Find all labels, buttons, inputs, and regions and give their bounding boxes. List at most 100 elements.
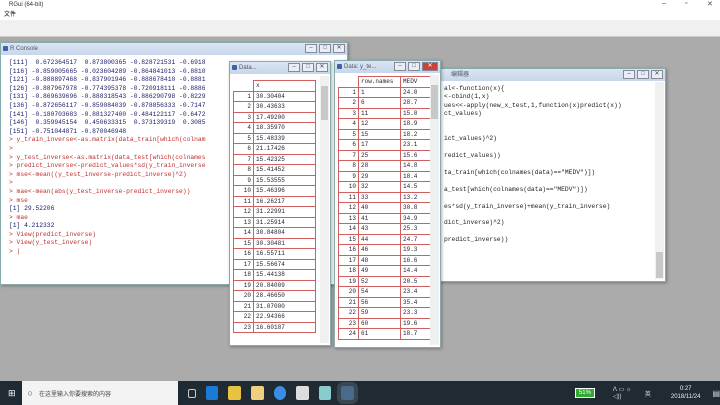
edge-icon[interactable] [205, 386, 219, 400]
close-button[interactable]: ✕ [333, 44, 345, 53]
cell[interactable]: 15.0 [400, 107, 431, 119]
windows-start-icon[interactable]: ⊞ [8, 388, 16, 399]
cell[interactable]: 20.84009 [253, 279, 316, 291]
cell[interactable]: 32 [358, 181, 401, 193]
battery-indicator[interactable]: 51% [574, 388, 595, 398]
cell[interactable]: 33 [358, 191, 401, 203]
cell[interactable]: 15.44138 [253, 269, 316, 281]
cell[interactable]: 40 [358, 202, 401, 214]
cell[interactable]: 30.43633 [253, 101, 316, 113]
cell[interactable]: 11 [358, 107, 401, 119]
cell[interactable]: 61 [358, 328, 401, 340]
cell[interactable]: 30.8 [400, 202, 431, 214]
cell[interactable]: 29 [358, 170, 401, 182]
cell[interactable]: 16.26217 [253, 195, 316, 207]
minimize-button[interactable]: – [662, 0, 666, 7]
app-icon[interactable] [273, 386, 287, 400]
notepad-icon[interactable] [318, 386, 332, 400]
data-grid[interactable]: row.names MEDV 1 1 24.0 2 6 28.7 3 11 15.0 4 12 18.9 5… [338, 76, 431, 340]
cell[interactable]: 18.35970 [253, 122, 316, 134]
clock[interactable]: 0:27 2018/11/24 [671, 385, 701, 401]
cell[interactable]: 30.30481 [253, 237, 316, 249]
cell[interactable]: 30.84804 [253, 227, 316, 239]
cell[interactable]: 15.53555 [253, 174, 316, 186]
cell[interactable]: 23.1 [400, 139, 431, 151]
minimize-button[interactable]: – [305, 44, 317, 53]
cell[interactable]: 15.56674 [253, 258, 316, 270]
cell[interactable]: 52 [358, 275, 401, 287]
cell[interactable]: 31.07000 [253, 300, 316, 312]
minimize-button[interactable]: – [623, 70, 635, 79]
notification-icon[interactable]: ▤ [712, 389, 720, 398]
cell[interactable]: 18.4 [400, 170, 431, 182]
taskbar-search-input[interactable]: ○ 在这里输入你要搜索的内容 [21, 381, 179, 405]
cell[interactable]: 6 [358, 97, 401, 109]
close-button[interactable]: ✕ [316, 63, 328, 72]
column-header[interactable]: MEDV [400, 76, 431, 88]
close-button[interactable]: ✕ [707, 0, 713, 8]
restore-button[interactable]: ▫ [685, 0, 687, 7]
cell[interactable]: 54 [358, 286, 401, 298]
maximize-button[interactable]: □ [319, 44, 331, 53]
cell[interactable]: 31.25914 [253, 216, 316, 228]
file-explorer-icon[interactable] [228, 386, 241, 400]
column-header[interactable]: x [253, 80, 316, 92]
minimize-button[interactable]: – [394, 62, 406, 71]
cell[interactable]: 17 [358, 139, 401, 151]
cell[interactable]: 15.46396 [253, 185, 316, 197]
cell[interactable]: 16.6 [400, 254, 431, 266]
cell[interactable]: 12 [358, 118, 401, 130]
cell[interactable]: 60 [358, 317, 401, 329]
cell[interactable]: 41 [358, 212, 401, 224]
cell[interactable]: 15.41452 [253, 164, 316, 176]
cell[interactable]: 15.48339 [253, 132, 316, 144]
ime-indicator[interactable]: 英 [645, 389, 651, 398]
cell[interactable]: 15 [358, 128, 401, 140]
cell[interactable]: 24.0 [400, 86, 431, 98]
cell[interactable]: 48 [358, 254, 401, 266]
maximize-button[interactable]: □ [637, 70, 649, 79]
menu-file[interactable]: 文件 [4, 12, 16, 18]
cell[interactable]: 19.3 [400, 244, 431, 256]
cell[interactable]: 31.22991 [253, 206, 316, 218]
cell[interactable]: 25 [358, 149, 401, 161]
cell[interactable]: 16.55711 [253, 248, 316, 260]
cell[interactable]: 43 [358, 223, 401, 235]
close-button[interactable]: ✕ [651, 70, 663, 79]
cell[interactable]: 34.9 [400, 212, 431, 224]
cell[interactable]: 49 [358, 265, 401, 277]
cell[interactable]: 1 [358, 86, 401, 98]
column-header[interactable]: row.names [358, 76, 401, 88]
cell[interactable]: 21.17426 [253, 143, 316, 155]
maximize-button[interactable]: □ [302, 63, 314, 72]
cell[interactable]: 35.4 [400, 296, 431, 308]
tray-icons[interactable]: ᐱ ▭ ☼ ◁)) [613, 386, 639, 400]
data-grid[interactable]: x 1 30.30404 2 30.43633 3 17.49200 4 18.35970 5 15… [233, 80, 316, 333]
cell[interactable]: 20.5 [400, 275, 431, 287]
cell[interactable]: 56 [358, 296, 401, 308]
cell[interactable]: 18.9 [400, 118, 431, 130]
cell[interactable]: 44 [358, 233, 401, 245]
minimize-button[interactable]: – [288, 63, 300, 72]
cell[interactable]: 18.2 [400, 128, 431, 140]
cell[interactable]: 28.7 [400, 97, 431, 109]
cell[interactable]: 14.5 [400, 181, 431, 193]
cell[interactable]: 14.8 [400, 160, 431, 172]
cell[interactable]: 28 [358, 160, 401, 172]
cell[interactable]: 28.46650 [253, 290, 316, 302]
cell[interactable]: 19.6 [400, 317, 431, 329]
cell[interactable]: 46 [358, 244, 401, 256]
cell[interactable]: 13.2 [400, 191, 431, 203]
cell[interactable]: 15.42325 [253, 153, 316, 165]
cell[interactable]: 24.7 [400, 233, 431, 245]
mail-icon[interactable] [296, 386, 309, 400]
cell[interactable]: 23.3 [400, 307, 431, 319]
cell[interactable]: 22.94366 [253, 311, 316, 323]
task-view-icon[interactable] [188, 388, 196, 398]
cell[interactable]: 23.4 [400, 286, 431, 298]
cell[interactable]: 15.6 [400, 149, 431, 161]
rgui-icon[interactable] [337, 382, 358, 404]
cell[interactable]: 25.3 [400, 223, 431, 235]
close-button[interactable]: ✕ [422, 62, 438, 71]
maximize-button[interactable]: □ [408, 62, 420, 71]
